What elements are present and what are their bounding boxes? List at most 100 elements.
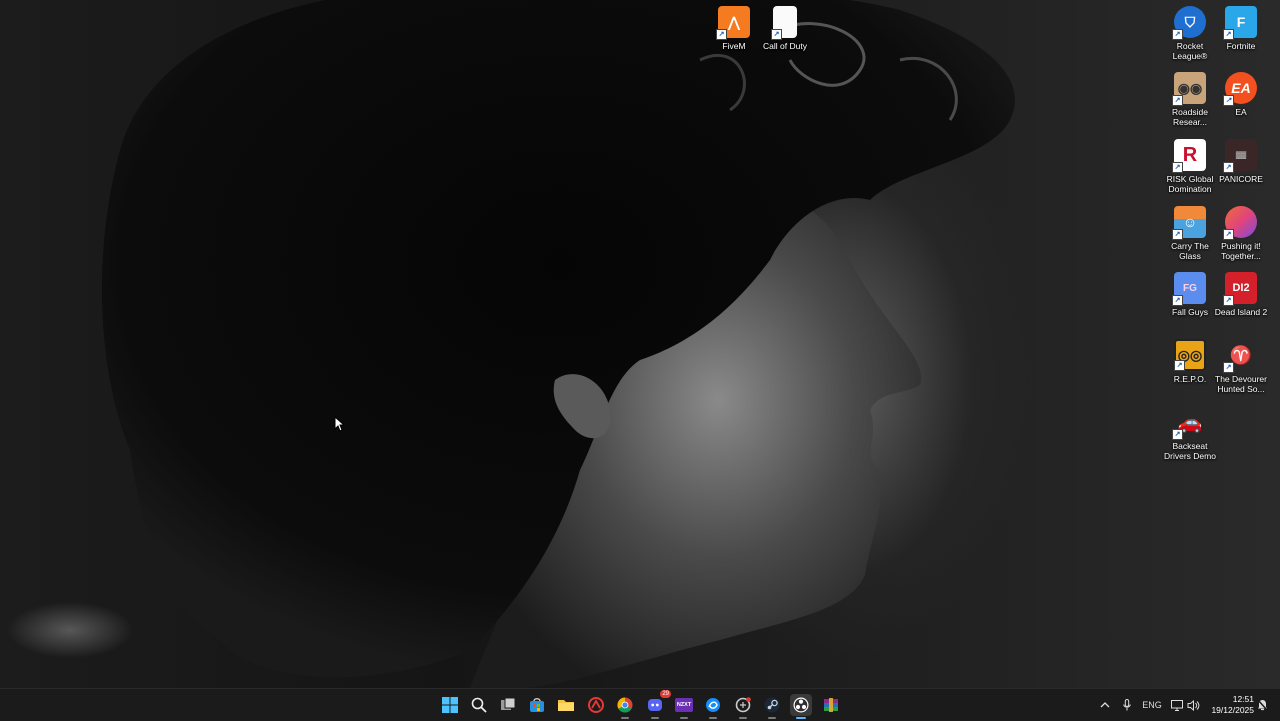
backseat-drivers-icon: 🚗 ↗ (1172, 406, 1206, 440)
desktop-icon-label: Fall Guys (1172, 307, 1208, 317)
blank-file-icon: ↗ (771, 6, 797, 40)
desktop-icon-fall-guys[interactable]: FG ↗ Fall Guys (1162, 268, 1218, 317)
notification-badge: 29 (660, 690, 671, 698)
desktop-icon-label: R.E.P.O. (1173, 374, 1207, 384)
desktop-icon-repo[interactable]: ◎◎ ↗ R.E.P.O. (1162, 335, 1218, 384)
desktop[interactable]: ⋀ ↗ FiveM ↗ Call of Duty ⛉ ↗ Rocket League… (0, 0, 1280, 688)
desktop-icon-label: The Devourer Hunted So... (1215, 374, 1267, 394)
running-indicator (739, 717, 747, 719)
desktop-icon-pushing-it[interactable]: ↗ Pushing it! Together... (1213, 202, 1269, 261)
panicore-icon: ▓▓ ↗ (1223, 139, 1257, 173)
app-circle-red-dot[interactable] (732, 694, 754, 719)
running-indicator (768, 717, 776, 719)
chrome-app[interactable] (614, 694, 636, 719)
desktop-icon-devourer[interactable]: ♈ ↗ The Devourer Hunted So... (1213, 335, 1269, 395)
desktop-icon-carry-the-glass[interactable]: ☺ ↗ Carry The Glass (1162, 202, 1218, 261)
network-icon (1171, 699, 1183, 711)
store-icon (530, 698, 544, 712)
windows-icon (442, 697, 458, 713)
running-indicator (651, 717, 659, 719)
obs-app[interactable] (790, 694, 812, 719)
desktop-icon-ea[interactable]: EA ↗ EA (1213, 68, 1269, 117)
risk-icon: R ↗ (1172, 139, 1206, 173)
running-indicator (680, 717, 688, 719)
store-app[interactable] (526, 694, 548, 716)
roadside-research-icon: ◉◉ ↗ (1172, 72, 1206, 106)
wallpaper-portrait (101, 0, 1015, 688)
nzxt-app[interactable]: NZXT (673, 694, 695, 719)
fortnite-icon: F ↗ (1223, 6, 1257, 40)
steam-app[interactable] (761, 694, 783, 719)
pushing-it-icon: ↗ (1223, 206, 1257, 240)
desktop-icon-label: FiveM (722, 41, 746, 51)
desktop-icon-label: Carry The Glass (1171, 241, 1209, 261)
desktop-icon-fortnite[interactable]: F ↗ Fortnite (1213, 2, 1269, 51)
desktop-icon-panicore[interactable]: ▓▓ ↗ PANICORE (1213, 135, 1269, 184)
desktop-icon-label: PANICORE (1219, 174, 1263, 184)
desktop-icon-label: Rocket League® (1172, 41, 1208, 61)
circle-icon (735, 697, 751, 713)
start-button[interactable] (439, 694, 461, 716)
desktop-icon-fivem[interactable]: ⋀ ↗ FiveM (706, 2, 762, 51)
notification-bell-icon (1256, 699, 1268, 711)
steam-icon (764, 697, 780, 713)
desktop-icon-label: Roadside Resear... (1172, 107, 1208, 127)
running-indicator (709, 717, 717, 719)
desktop-icon-label: Call of Duty (763, 41, 807, 51)
desktop-icon-rocket-league[interactable]: ⛉ ↗ Rocket League® (1162, 2, 1218, 61)
desktop-icon-call-of-duty[interactable]: ↗ Call of Duty (757, 2, 813, 51)
desktop-icon-label: Dead Island 2 (1214, 307, 1268, 317)
desktop-icon-label: EA (1235, 107, 1247, 117)
language-indicator[interactable]: ENG (1140, 689, 1164, 721)
nzxt-icon: NZXT (674, 698, 694, 712)
obs-icon (793, 697, 809, 713)
devourer-icon: ♈ ↗ (1223, 339, 1257, 373)
folder-icon (558, 700, 574, 711)
mouse-cursor-icon (334, 416, 344, 432)
desktop-icon-roadside-research[interactable]: ◉◉ ↗ Roadside Resear... (1162, 68, 1218, 127)
discord-app[interactable]: 29 (644, 690, 671, 719)
network-tray-button[interactable] (1170, 689, 1184, 721)
ea-icon: EA ↗ (1223, 72, 1257, 106)
notifications-button[interactable] (1255, 689, 1269, 721)
fivem-icon: ⋀ ↗ (716, 6, 750, 40)
chevron-up-icon (1100, 702, 1110, 708)
winrar-icon (824, 698, 838, 712)
clock[interactable]: 12:51 19/12/2025 (1211, 694, 1254, 716)
chrome-icon (617, 697, 633, 713)
battlenet-icon (706, 698, 720, 712)
active-indicator (796, 717, 806, 719)
desktop-icon-dead-island-2[interactable]: DI2 ↗ Dead Island 2 (1213, 268, 1269, 317)
language-label: ENG (1142, 700, 1162, 710)
red-circle-icon (588, 697, 604, 713)
desktop-icon-risk[interactable]: R ↗ RISK Global Domination (1162, 135, 1218, 194)
show-hidden-icons-button[interactable] (1098, 689, 1112, 721)
task-view-button[interactable] (497, 694, 519, 716)
repo-icon: ◎◎ ↗ (1174, 339, 1206, 371)
microphone-icon (1123, 699, 1131, 711)
rocket-league-icon: ⛉ ↗ (1172, 6, 1206, 40)
microphone-tray-button[interactable] (1120, 689, 1134, 721)
desktop-icon-label: Pushing it! Together... (1221, 241, 1261, 261)
file-explorer-app[interactable] (555, 694, 577, 716)
desktop-icon-label: Backseat Drivers Demo (1164, 441, 1216, 461)
dead-island-2-icon: DI2 ↗ (1223, 272, 1257, 306)
desktop-icon-backseat-drivers[interactable]: 🚗 ↗ Backseat Drivers Demo (1162, 402, 1218, 462)
winrar-app[interactable] (820, 694, 842, 716)
clock-date: 19/12/2025 (1211, 705, 1254, 715)
taskbar: 29 NZXT ENG 12:51 19/12/2025 (0, 688, 1280, 721)
search-button[interactable] (468, 694, 490, 716)
discord-icon (648, 699, 662, 711)
speaker-icon (1187, 699, 1199, 711)
volume-tray-button[interactable] (1186, 689, 1200, 721)
desktop-icon-label: Fortnite (1226, 41, 1256, 51)
running-indicator (621, 717, 629, 719)
carry-the-glass-icon: ☺ ↗ (1172, 206, 1206, 240)
search-icon (471, 697, 487, 713)
task-view-icon (501, 697, 516, 710)
desktop-icon-label: RISK Global Domination (1166, 174, 1214, 194)
battlenet-app[interactable] (702, 694, 724, 719)
app-red-circle[interactable] (585, 694, 607, 716)
clock-time: 12:51 (1232, 694, 1254, 704)
fall-guys-icon: FG ↗ (1172, 272, 1206, 306)
